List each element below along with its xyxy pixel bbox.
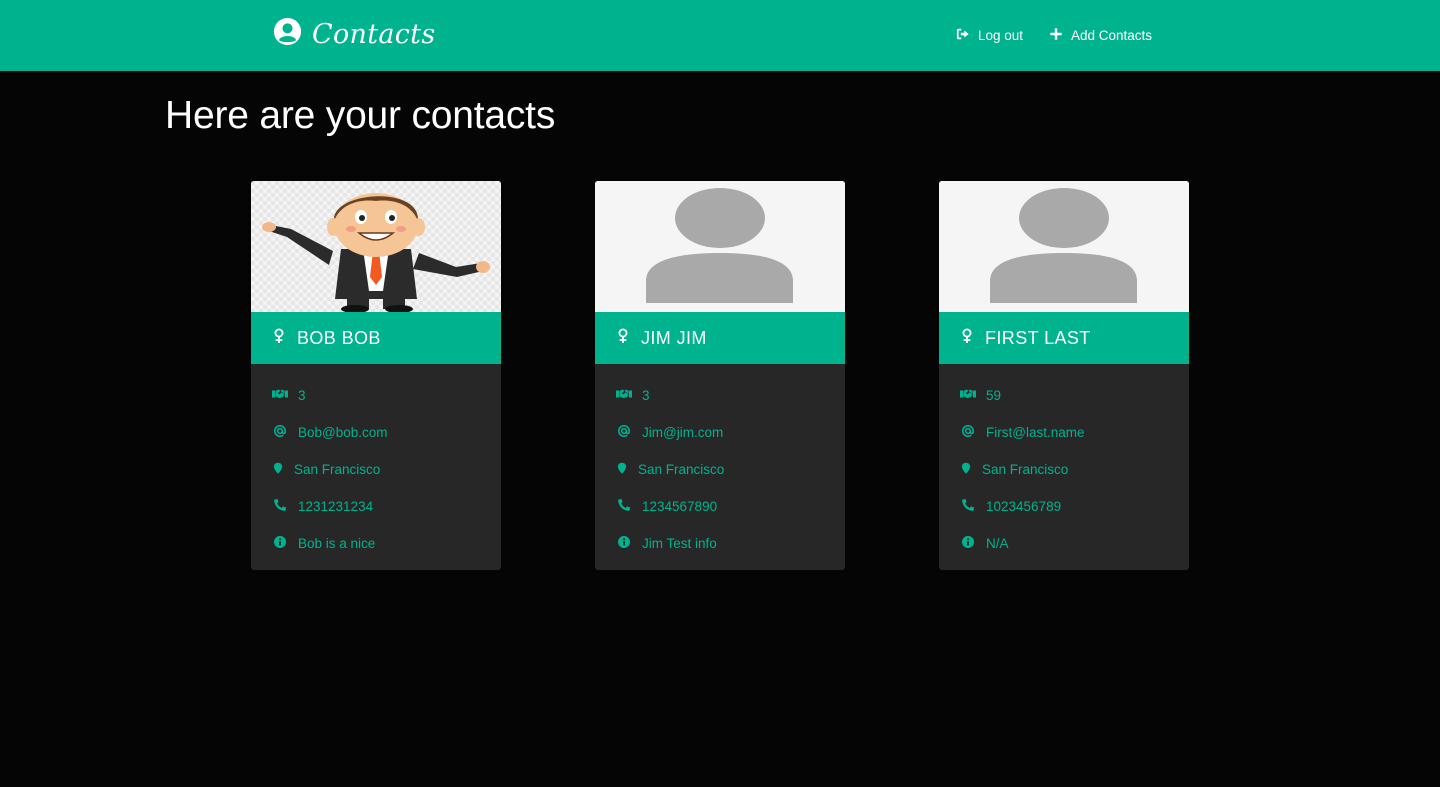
contact-email[interactable]: First@last.name (986, 425, 1084, 440)
contact-location: San Francisco (982, 461, 1069, 477)
info-circle-icon (960, 535, 976, 552)
phone-icon (616, 498, 632, 515)
contact-info: Bob is a nice (298, 535, 376, 551)
info-circle-icon (272, 535, 288, 552)
contact-phone[interactable]: 1023456789 (986, 499, 1061, 514)
default-person-avatar (939, 181, 1189, 312)
contact-email[interactable]: Jim@jim.com (642, 425, 723, 440)
contact-count: 59 (986, 387, 1002, 403)
contact-name: FIRST LAST (985, 327, 1091, 348)
add-contacts-label: Add Contacts (1071, 27, 1153, 43)
brand-title: Contacts (312, 18, 436, 50)
user-circle-icon (273, 17, 302, 51)
page-title: Here are your contacts (165, 94, 556, 137)
navbar: Contacts Log out Add Contacts (0, 0, 1440, 71)
sign-out-icon (956, 27, 970, 44)
contact-email-row: Bob@bob.com (272, 422, 388, 442)
contact-email-row: First@last.name (960, 422, 1084, 442)
logout-link[interactable]: Log out (956, 25, 1023, 45)
contact-phone-row: 1231231234 (272, 496, 373, 516)
contact-count-row: 3 (272, 385, 306, 405)
contact-location: San Francisco (638, 461, 725, 477)
contact-phone[interactable]: 1234567890 (642, 499, 717, 514)
phone-icon (272, 498, 288, 515)
contact-info-row: Bob is a nice (272, 533, 375, 553)
info-circle-icon (616, 535, 632, 552)
handshake-icon (616, 387, 632, 404)
contact-card[interactable]: BOB BOB 3 Bob@bob.com San Francisco 1231… (251, 181, 501, 570)
contact-info-row: Jim Test info (616, 533, 717, 553)
cartoon-man-avatar (251, 181, 501, 312)
contact-phone-row: 1234567890 (616, 496, 717, 516)
card-header: JIM JIM (595, 312, 845, 364)
contact-phone[interactable]: 1231231234 (298, 499, 373, 514)
plus-icon (1049, 27, 1063, 44)
contact-location: San Francisco (294, 461, 381, 477)
card-header: BOB BOB (251, 312, 501, 364)
phone-icon (960, 498, 976, 515)
map-marker-icon (272, 461, 284, 478)
contact-info: N/A (986, 535, 1009, 551)
contact-email[interactable]: Bob@bob.com (298, 425, 388, 440)
handshake-icon (960, 387, 976, 404)
at-icon (272, 424, 288, 441)
female-icon (961, 328, 973, 349)
logout-label: Log out (978, 27, 1024, 43)
contact-name: JIM JIM (641, 327, 707, 348)
contact-info-row: N/A (960, 533, 1009, 553)
contact-location-row: San Francisco (616, 459, 724, 479)
handshake-icon (272, 387, 288, 404)
contact-count-row: 3 (616, 385, 650, 405)
contact-email-row: Jim@jim.com (616, 422, 723, 442)
at-icon (960, 424, 976, 441)
contact-card[interactable]: FIRST LAST 59 First@last.name San Franci… (939, 181, 1189, 570)
at-icon (616, 424, 632, 441)
brand[interactable]: Contacts (273, 16, 435, 52)
contact-phone-row: 1023456789 (960, 496, 1061, 516)
contact-location-row: San Francisco (960, 459, 1068, 479)
contact-card[interactable]: JIM JIM 3 Jim@jim.com San Francisco 1234… (595, 181, 845, 570)
contact-location-row: San Francisco (272, 459, 380, 479)
female-icon (617, 328, 629, 349)
map-marker-icon (616, 461, 628, 478)
contact-name: BOB BOB (297, 327, 381, 348)
contact-count: 3 (298, 387, 306, 403)
contact-count: 3 (642, 387, 650, 403)
female-icon (273, 328, 285, 349)
contact-count-row: 59 (960, 385, 1001, 405)
contact-info: Jim Test info (642, 535, 717, 551)
card-header: FIRST LAST (939, 312, 1189, 364)
map-marker-icon (960, 461, 972, 478)
add-contacts-link[interactable]: Add Contacts (1049, 25, 1152, 45)
default-person-avatar (595, 181, 845, 312)
